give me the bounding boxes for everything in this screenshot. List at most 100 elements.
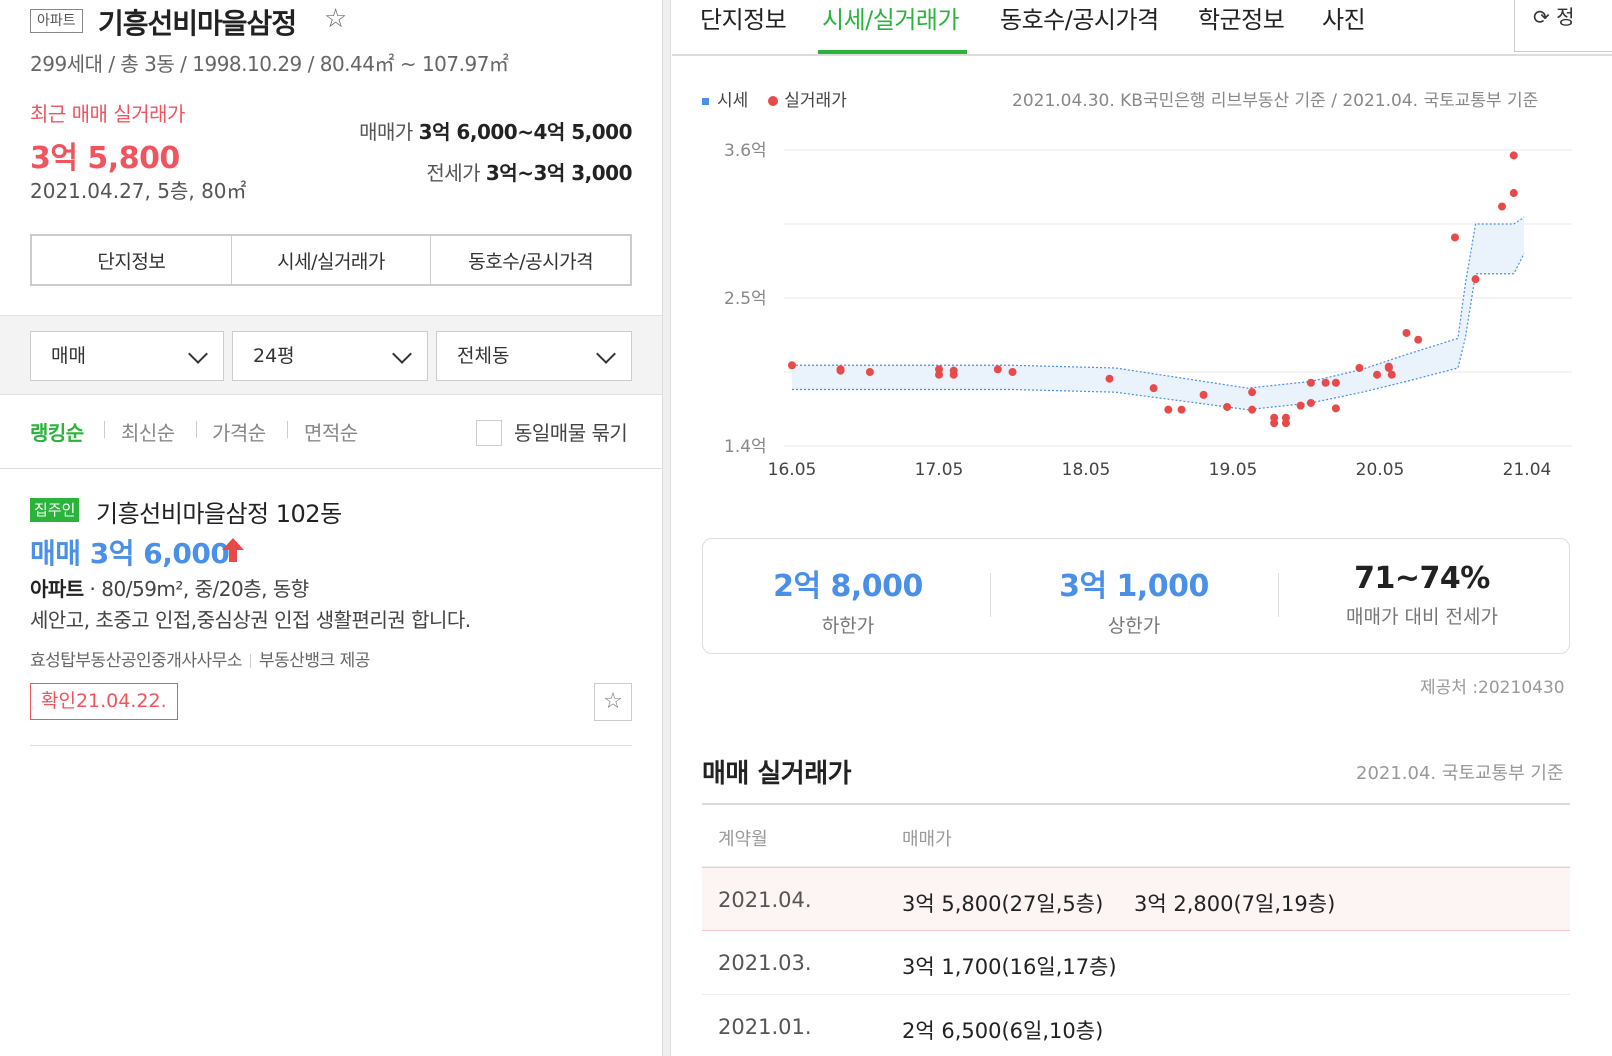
table-row[interactable]: 2021.03. 3억 1,700(16일,17층) xyxy=(702,931,1570,995)
complex-type-badge: 아파트 xyxy=(30,9,83,33)
x-tick-label: 20.05 xyxy=(1356,460,1405,480)
stat-lower-price: 2억 8,000 하한가 xyxy=(723,561,973,638)
area-select[interactable]: 24평 xyxy=(232,331,428,381)
stat-lower-value: 2억 8,000 xyxy=(773,569,923,604)
table-row[interactable]: 2021.01. 2억 6,500(6일,10층) xyxy=(702,995,1570,1056)
sort-bar: 랭킹순 최신순 가격순 면적순 동일매물 묶기 xyxy=(30,417,634,447)
trade-point xyxy=(1177,405,1186,414)
left-tab-unit-price[interactable]: 동호수/공시가격 xyxy=(431,236,630,284)
provider-note: 제공처 :20210430 xyxy=(1420,678,1565,698)
left-tab-bar: 단지정보 시세/실거래가 동호수/공시가격 xyxy=(30,234,632,286)
trade-point xyxy=(1149,384,1158,393)
sort-divider xyxy=(196,421,197,438)
listing-agent: 효성탑부동산공인중개사사무소 부동산뱅크 제공 xyxy=(30,646,370,671)
listing-spec-detail: · 80/59m², 중/20층, 동향 xyxy=(83,577,310,601)
trade-point xyxy=(1306,398,1315,407)
trade-point xyxy=(1321,378,1330,387)
trade-price: 3억 1,700(16일,17층) xyxy=(902,955,1117,979)
trade-point xyxy=(865,368,874,376)
sort-latest[interactable]: 최신순 xyxy=(121,417,175,446)
stat-upper-value: 3억 1,000 xyxy=(1059,569,1209,604)
complex-meta: 299세대 / 총 3동 / 1998.10.29 / 80.44㎡ ~ 107… xyxy=(30,52,509,76)
tab-photos[interactable]: 사진 xyxy=(1322,0,1366,35)
complex-name: 기흥선비마을삼정 xyxy=(98,7,297,40)
trade-point xyxy=(1008,368,1017,376)
stat-upper-price: 3억 1,000 상한가 xyxy=(1009,561,1259,638)
listing-description: 세안고, 초중고 인접,중심상권 인접 생활편리권 합니다. xyxy=(30,608,471,632)
header-price: 매매가 xyxy=(902,829,952,850)
recent-sale-info: 2021.04.27, 5층, 80㎡ xyxy=(30,179,247,203)
left-tab-complex-info[interactable]: 단지정보 xyxy=(32,236,232,284)
tab-school-info[interactable]: 학군정보 xyxy=(1198,0,1285,35)
trade-point xyxy=(1387,370,1396,379)
listing-spec-type: 아파트 xyxy=(30,577,84,601)
sort-ranking[interactable]: 랭킹순 xyxy=(30,417,84,446)
trade-point xyxy=(1105,374,1114,383)
agent-name[interactable]: 효성탑부동산공인중개사사무소 xyxy=(30,651,242,671)
header-month: 계약월 xyxy=(718,829,768,850)
trade-point xyxy=(1509,189,1518,198)
stat-lower-label: 하한가 xyxy=(821,615,875,637)
chart-legend: 시세 실거래가 xyxy=(702,86,847,111)
trade-table: 계약월 매매가 2021.04. 3억 5,800(27일,5층) 3억 2,8… xyxy=(702,803,1570,1056)
jeonse-price-label: 전세가 xyxy=(426,161,481,185)
price-chart[interactable]: 1.4억 2.5억 3.6억 16.05 17.05 18.05 19.05 20.05 21.… xyxy=(672,130,1572,490)
refresh-button[interactable]: ⟳ 정 xyxy=(1514,0,1612,52)
panel-divider[interactable] xyxy=(662,0,671,1056)
trade-point xyxy=(993,365,1002,374)
sort-divider xyxy=(104,421,105,438)
right-panel: 단지정보 시세/실거래가 동호수/공시가격 학군정보 사진 ⟳ 정 시세 실거래가… xyxy=(672,0,1612,1056)
confirm-date-badge: 확인21.04.22. xyxy=(30,683,178,720)
sort-area[interactable]: 면적순 xyxy=(304,417,358,446)
trade-point xyxy=(949,370,958,379)
group-duplicates-label[interactable]: 동일매물 묶기 xyxy=(514,417,628,446)
trade-type-select[interactable]: 매매 xyxy=(30,331,224,381)
y-tick-label: 2.5억 xyxy=(724,289,767,309)
sale-price-value: 3억 6,000~4억 5,000 xyxy=(418,120,633,144)
chevron-down-icon xyxy=(188,344,208,364)
x-tick-label: 18.05 xyxy=(1062,460,1111,480)
sort-price[interactable]: 가격순 xyxy=(212,417,266,446)
building-select[interactable]: 전체동 xyxy=(436,331,632,381)
trade-point xyxy=(1248,388,1257,397)
trade-point xyxy=(1306,378,1315,387)
trade-month: 2021.04. xyxy=(718,888,812,912)
trade-point xyxy=(1414,335,1423,344)
trade-point xyxy=(788,361,796,370)
favorite-star-icon[interactable]: ☆ xyxy=(324,4,347,34)
recent-sale-price: 3억 5,800 xyxy=(30,141,180,176)
sort-divider xyxy=(287,421,288,438)
app-root: 아파트 기흥선비마을삼정 ☆ 299세대 / 총 3동 / 1998.10.29… xyxy=(0,0,1612,1056)
trade-point xyxy=(1164,405,1173,414)
divider xyxy=(0,468,662,469)
left-panel: 아파트 기흥선비마을삼정 ☆ 299세대 / 총 3동 / 1998.10.29… xyxy=(0,0,662,1056)
trade-point xyxy=(1402,328,1411,337)
building-value: 전체동 xyxy=(457,345,510,367)
trade-month: 2021.01. xyxy=(718,1015,812,1039)
chevron-down-icon xyxy=(596,344,616,364)
x-tick-label: 16.05 xyxy=(768,460,817,480)
listing-title[interactable]: 기흥선비마을삼정 102동 xyxy=(96,494,342,529)
stat-ratio-value: 71~74% xyxy=(1354,561,1490,596)
table-row[interactable]: 2021.04. 3억 5,800(27일,5층) 3억 2,800(7일,19… xyxy=(702,867,1570,931)
chart-source-note: 2021.04.30. KB국민은행 리브부동산 기준 / 2021.04. 국… xyxy=(1012,91,1539,111)
trade-point xyxy=(836,366,845,375)
stat-jeonse-ratio: 71~74% 매매가 대비 전세가 xyxy=(1297,561,1547,629)
tab-unit-price[interactable]: 동호수/공시가격 xyxy=(1000,0,1159,35)
group-duplicates-checkbox[interactable] xyxy=(476,420,502,446)
tab-complex-info[interactable]: 단지정보 xyxy=(700,0,787,35)
trade-point xyxy=(1296,401,1305,410)
listing-spec: 아파트 · 80/59m², 중/20층, 동향 xyxy=(30,573,309,602)
recent-sale-label: 최근 매매 실거래가 xyxy=(30,102,185,126)
trade-point xyxy=(1450,233,1459,242)
sale-price-label: 매매가 xyxy=(359,120,413,144)
trade-price: 3억 2,800(7일,19층) xyxy=(1134,892,1336,916)
trade-type-value: 매매 xyxy=(51,345,86,367)
jeonse-price-value: 3억~3억 3,000 xyxy=(485,161,633,185)
trade-point xyxy=(1199,390,1208,399)
divider xyxy=(672,54,1612,56)
tab-market-price[interactable]: 시세/실거래가 xyxy=(822,0,960,35)
listing-favorite-star-icon[interactable]: ☆ xyxy=(594,683,632,721)
left-tab-market-price[interactable]: 시세/실거래가 xyxy=(232,236,432,284)
stat-upper-label: 상한가 xyxy=(1107,615,1161,637)
